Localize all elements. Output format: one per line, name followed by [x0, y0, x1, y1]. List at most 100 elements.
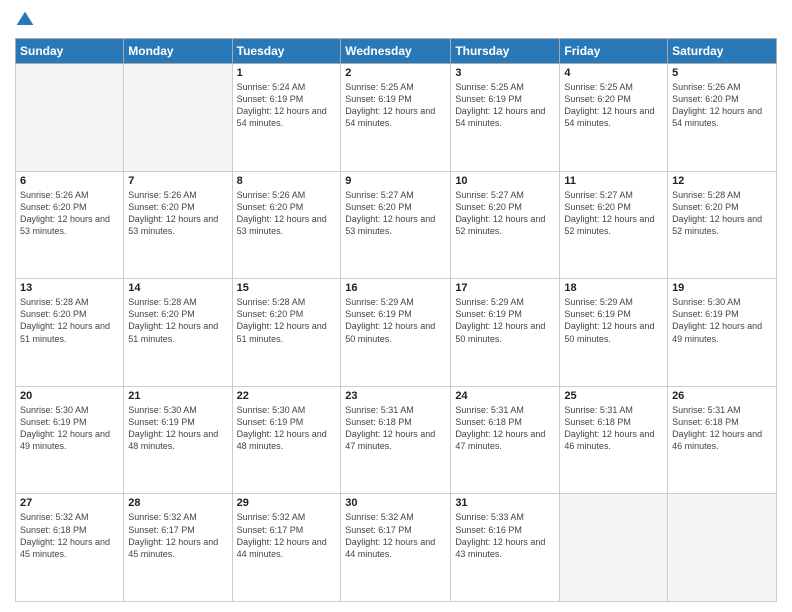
day-number: 15 — [237, 282, 337, 294]
day-detail: Sunrise: 5:27 AM Sunset: 6:20 PM Dayligh… — [564, 189, 663, 238]
day-detail: Sunrise: 5:26 AM Sunset: 6:20 PM Dayligh… — [237, 189, 337, 238]
calendar-cell: 2 Sunrise: 5:25 AM Sunset: 6:19 PM Daylig… — [341, 64, 451, 172]
calendar-cell: 10 Sunrise: 5:27 AM Sunset: 6:20 PM Dayli… — [451, 171, 560, 279]
calendar-cell: 3 Sunrise: 5:25 AM Sunset: 6:19 PM Daylig… — [451, 64, 560, 172]
day-detail: Sunrise: 5:25 AM Sunset: 6:19 PM Dayligh… — [345, 81, 446, 130]
calendar-cell: 7 Sunrise: 5:26 AM Sunset: 6:20 PM Daylig… — [124, 171, 232, 279]
day-number: 10 — [455, 175, 555, 187]
calendar-week-row: 27 Sunrise: 5:32 AM Sunset: 6:18 PM Dayli… — [16, 494, 777, 602]
day-number: 2 — [345, 67, 446, 79]
calendar-cell: 18 Sunrise: 5:29 AM Sunset: 6:19 PM Dayli… — [560, 279, 668, 387]
day-number: 6 — [20, 175, 119, 187]
weekday-thursday: Thursday — [451, 39, 560, 64]
day-detail: Sunrise: 5:30 AM Sunset: 6:19 PM Dayligh… — [672, 296, 772, 345]
day-detail: Sunrise: 5:28 AM Sunset: 6:20 PM Dayligh… — [672, 189, 772, 238]
day-detail: Sunrise: 5:26 AM Sunset: 6:20 PM Dayligh… — [128, 189, 227, 238]
calendar-cell: 31 Sunrise: 5:33 AM Sunset: 6:16 PM Dayli… — [451, 494, 560, 602]
calendar-cell: 19Sunrise: 5:30 AM Sunset: 6:19 PM Dayli… — [668, 279, 777, 387]
calendar-cell: 6Sunrise: 5:26 AM Sunset: 6:20 PM Daylig… — [16, 171, 124, 279]
day-number: 9 — [345, 175, 446, 187]
calendar-cell: 8 Sunrise: 5:26 AM Sunset: 6:20 PM Daylig… — [232, 171, 341, 279]
calendar-cell — [124, 64, 232, 172]
calendar-table: SundayMondayTuesdayWednesdayThursdayFrid… — [15, 38, 777, 602]
calendar-cell: 24Sunrise: 5:31 AM Sunset: 6:18 PM Dayli… — [451, 386, 560, 494]
day-detail: Sunrise: 5:29 AM Sunset: 6:19 PM Dayligh… — [455, 296, 555, 345]
calendar-cell: 9 Sunrise: 5:27 AM Sunset: 6:20 PM Daylig… — [341, 171, 451, 279]
weekday-monday: Monday — [124, 39, 232, 64]
day-detail: Sunrise: 5:30 AM Sunset: 6:19 PM Dayligh… — [20, 404, 119, 453]
calendar-cell: 12 Sunrise: 5:28 AM Sunset: 6:20 PM Dayli… — [668, 171, 777, 279]
calendar-cell: 4Sunrise: 5:25 AM Sunset: 6:20 PM Daylig… — [560, 64, 668, 172]
calendar-cell: 16Sunrise: 5:29 AM Sunset: 6:19 PM Dayli… — [341, 279, 451, 387]
day-number: 12 — [672, 175, 772, 187]
day-number: 18 — [564, 282, 663, 294]
day-number: 7 — [128, 175, 227, 187]
day-number: 31 — [455, 497, 555, 509]
day-number: 13 — [20, 282, 119, 294]
calendar-cell: 14 Sunrise: 5:28 AM Sunset: 6:20 PM Dayli… — [124, 279, 232, 387]
day-detail: Sunrise: 5:30 AM Sunset: 6:19 PM Dayligh… — [128, 404, 227, 453]
calendar-cell: 21 Sunrise: 5:30 AM Sunset: 6:19 PM Dayli… — [124, 386, 232, 494]
day-detail: Sunrise: 5:27 AM Sunset: 6:20 PM Dayligh… — [455, 189, 555, 238]
calendar-cell: 5 Sunrise: 5:26 AM Sunset: 6:20 PM Daylig… — [668, 64, 777, 172]
calendar-week-row: 20 Sunrise: 5:30 AM Sunset: 6:19 PM Dayli… — [16, 386, 777, 494]
day-number: 8 — [237, 175, 337, 187]
day-number: 3 — [455, 67, 555, 79]
day-number: 28 — [128, 497, 227, 509]
logo — [15, 10, 39, 30]
calendar-cell: 23Sunrise: 5:31 AM Sunset: 6:18 PM Dayli… — [341, 386, 451, 494]
day-detail: Sunrise: 5:31 AM Sunset: 6:18 PM Dayligh… — [564, 404, 663, 453]
header — [15, 10, 777, 30]
day-detail: Sunrise: 5:26 AM Sunset: 6:20 PM Dayligh… — [672, 81, 772, 130]
day-detail: Sunrise: 5:25 AM Sunset: 6:19 PM Dayligh… — [455, 81, 555, 130]
day-detail: Sunrise: 5:24 AM Sunset: 6:19 PM Dayligh… — [237, 81, 337, 130]
weekday-friday: Friday — [560, 39, 668, 64]
calendar-cell: 28 Sunrise: 5:32 AM Sunset: 6:17 PM Dayli… — [124, 494, 232, 602]
calendar-cell: 1 Sunrise: 5:24 AM Sunset: 6:19 PM Daylig… — [232, 64, 341, 172]
weekday-tuesday: Tuesday — [232, 39, 341, 64]
day-number: 1 — [237, 67, 337, 79]
day-number: 27 — [20, 497, 119, 509]
calendar-cell: 30Sunrise: 5:32 AM Sunset: 6:17 PM Dayli… — [341, 494, 451, 602]
day-detail: Sunrise: 5:32 AM Sunset: 6:18 PM Dayligh… — [20, 511, 119, 560]
day-detail: Sunrise: 5:27 AM Sunset: 6:20 PM Dayligh… — [345, 189, 446, 238]
weekday-wednesday: Wednesday — [341, 39, 451, 64]
day-number: 21 — [128, 390, 227, 402]
calendar-cell — [560, 494, 668, 602]
day-number: 20 — [20, 390, 119, 402]
day-number: 22 — [237, 390, 337, 402]
calendar-cell: 27 Sunrise: 5:32 AM Sunset: 6:18 PM Dayli… — [16, 494, 124, 602]
day-detail: Sunrise: 5:30 AM Sunset: 6:19 PM Dayligh… — [237, 404, 337, 453]
day-number: 30 — [345, 497, 446, 509]
weekday-saturday: Saturday — [668, 39, 777, 64]
day-number: 14 — [128, 282, 227, 294]
day-detail: Sunrise: 5:32 AM Sunset: 6:17 PM Dayligh… — [237, 511, 337, 560]
day-number: 29 — [237, 497, 337, 509]
calendar-cell: 29 Sunrise: 5:32 AM Sunset: 6:17 PM Dayli… — [232, 494, 341, 602]
calendar-week-row: 6 Sunrise: 5:26 AM Sunset: 6:20 PM Daylig… — [16, 171, 777, 279]
page: SundayMondayTuesdayWednesdayThursdayFrid… — [0, 0, 792, 612]
calendar-cell — [668, 494, 777, 602]
calendar-cell: 25 Sunrise: 5:31 AM Sunset: 6:18 PM Dayli… — [560, 386, 668, 494]
calendar-week-row: 13 Sunrise: 5:28 AM Sunset: 6:20 PM Dayli… — [16, 279, 777, 387]
day-detail: Sunrise: 5:33 AM Sunset: 6:16 PM Dayligh… — [455, 511, 555, 560]
day-number: 25 — [564, 390, 663, 402]
day-detail: Sunrise: 5:32 AM Sunset: 6:17 PM Dayligh… — [128, 511, 227, 560]
day-number: 24 — [455, 390, 555, 402]
weekday-header-row: SundayMondayTuesdayWednesdayThursdayFrid… — [16, 39, 777, 64]
day-detail: Sunrise: 5:28 AM Sunset: 6:20 PM Dayligh… — [128, 296, 227, 345]
day-number: 5 — [672, 67, 772, 79]
calendar-cell: 26Sunrise: 5:31 AM Sunset: 6:18 PM Dayli… — [668, 386, 777, 494]
logo-icon — [15, 10, 35, 30]
calendar-cell: 13Sunrise: 5:28 AM Sunset: 6:20 PM Dayli… — [16, 279, 124, 387]
day-detail: Sunrise: 5:31 AM Sunset: 6:18 PM Dayligh… — [672, 404, 772, 453]
calendar-cell: 15Sunrise: 5:28 AM Sunset: 6:20 PM Dayli… — [232, 279, 341, 387]
calendar-cell: 17Sunrise: 5:29 AM Sunset: 6:19 PM Dayli… — [451, 279, 560, 387]
day-detail: Sunrise: 5:25 AM Sunset: 6:20 PM Dayligh… — [564, 81, 663, 130]
calendar-cell: 11Sunrise: 5:27 AM Sunset: 6:20 PM Dayli… — [560, 171, 668, 279]
day-detail: Sunrise: 5:29 AM Sunset: 6:19 PM Dayligh… — [345, 296, 446, 345]
day-detail: Sunrise: 5:29 AM Sunset: 6:19 PM Dayligh… — [564, 296, 663, 345]
weekday-sunday: Sunday — [16, 39, 124, 64]
calendar-cell — [16, 64, 124, 172]
calendar-cell: 20 Sunrise: 5:30 AM Sunset: 6:19 PM Dayli… — [16, 386, 124, 494]
